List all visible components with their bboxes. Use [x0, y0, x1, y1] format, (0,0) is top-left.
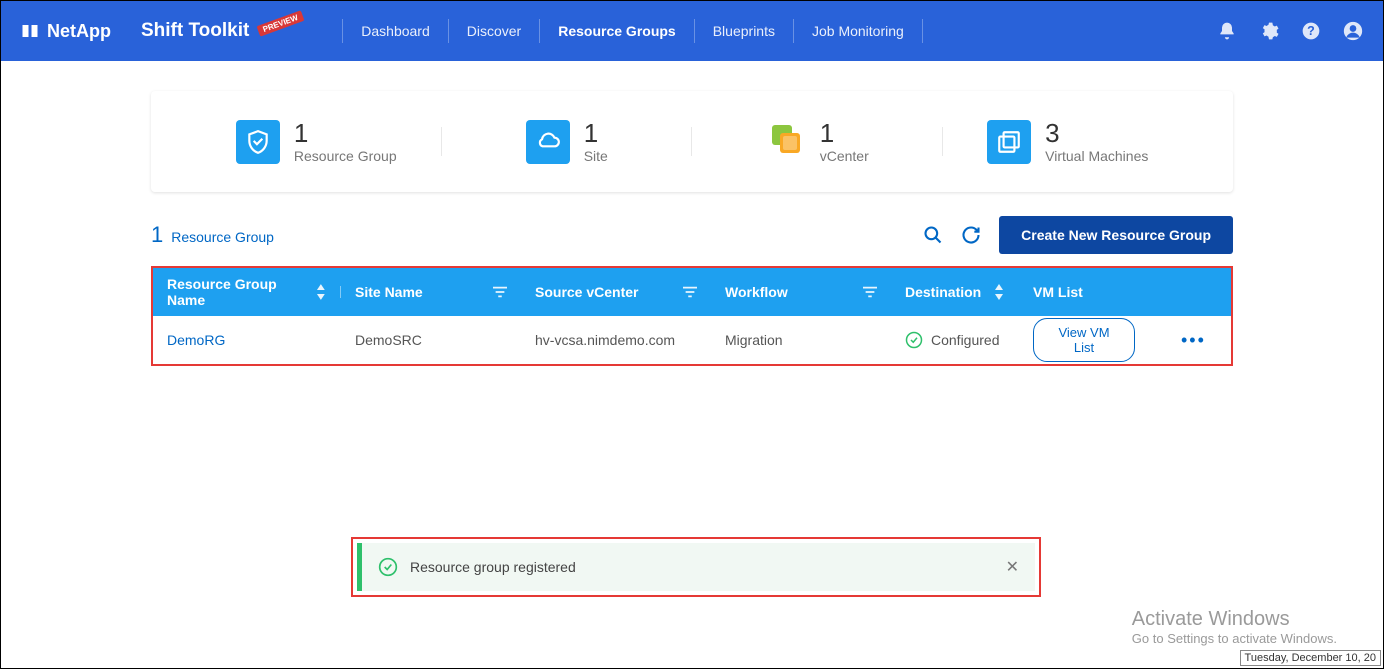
col-label: Source vCenter — [535, 284, 638, 300]
col-label: Site Name — [355, 284, 423, 300]
count-label: Resource Group — [171, 229, 274, 245]
stat-site: 1 Site — [442, 119, 693, 164]
nav-divider — [793, 19, 794, 43]
col-label: Workflow — [725, 284, 788, 300]
list-toolbar: 1 Resource Group Create New Resource Gro… — [151, 216, 1233, 254]
stat-label: Virtual Machines — [1045, 148, 1148, 164]
sort-icon — [315, 284, 327, 300]
col-label: Destination — [905, 284, 981, 300]
sort-icon — [993, 284, 1005, 300]
gear-icon[interactable] — [1259, 21, 1279, 41]
user-icon[interactable] — [1343, 21, 1363, 41]
preview-badge: PREVIEW — [257, 10, 305, 36]
watermark-sub: Go to Settings to activate Windows. — [1132, 631, 1337, 646]
col-source[interactable]: Source vCenter — [521, 284, 711, 300]
nav-divider — [448, 19, 449, 43]
nav-resource-groups[interactable]: Resource Groups — [558, 23, 675, 39]
nav-divider — [539, 19, 540, 43]
nav-divider — [694, 19, 695, 43]
filter-icon — [683, 285, 697, 299]
col-label: VM List — [1033, 284, 1083, 300]
col-site[interactable]: Site Name — [341, 284, 521, 300]
header-actions: ? — [1217, 21, 1363, 41]
stat-label: vCenter — [820, 148, 869, 164]
more-actions-button[interactable]: ••• — [1181, 330, 1206, 350]
check-circle-icon — [905, 331, 923, 349]
table-header: Resource Group Name Site Name Source vCe… — [153, 268, 1231, 316]
watermark-title: Activate Windows — [1132, 608, 1337, 631]
nav-job-monitoring[interactable]: Job Monitoring — [812, 23, 904, 39]
nav-divider — [342, 19, 343, 43]
nav-blueprints[interactable]: Blueprints — [713, 23, 775, 39]
toast-highlight-box: Resource group registered ✕ — [351, 537, 1041, 597]
stat-value: 1 — [294, 120, 397, 146]
help-icon[interactable]: ? — [1301, 21, 1321, 41]
create-resource-group-button[interactable]: Create New Resource Group — [999, 216, 1233, 254]
destination-label: Configured — [931, 332, 1000, 348]
col-label: Resource Group Name — [167, 276, 315, 308]
svg-text:?: ? — [1307, 24, 1315, 38]
stat-vms: 3 Virtual Machines — [943, 119, 1194, 164]
close-icon[interactable]: ✕ — [1006, 557, 1019, 577]
page-content: 1 Resource Group 1 Site 1 vCenter 3 Virtual … — [1, 61, 1383, 366]
toast-message: Resource group registered — [410, 559, 994, 575]
row-destination: Configured — [905, 331, 1005, 349]
col-destination[interactable]: Destination — [891, 284, 1019, 300]
search-icon[interactable] — [923, 225, 943, 245]
stat-resource-group: 1 Resource Group — [191, 119, 442, 164]
nav-discover[interactable]: Discover — [467, 23, 521, 39]
cloud-icon — [526, 120, 570, 164]
filter-icon — [493, 285, 507, 299]
stats-card: 1 Resource Group 1 Site 1 vCenter 3 Virtual … — [151, 91, 1233, 192]
vcenter-icon — [766, 119, 806, 164]
netapp-icon — [21, 22, 39, 40]
brand-logo: NetApp — [21, 21, 111, 42]
nav-dashboard[interactable]: Dashboard — [361, 23, 430, 39]
nav-divider — [922, 19, 923, 43]
row-source: hv-vcsa.nimdemo.com — [521, 332, 711, 348]
app-header: NetApp Shift Toolkit PREVIEW Dashboard D… — [1, 1, 1383, 61]
stat-label: Site — [584, 148, 608, 164]
shield-icon — [236, 120, 280, 164]
view-vm-list-button[interactable]: View VM List — [1033, 318, 1135, 362]
count-indicator: 1 Resource Group — [151, 222, 274, 248]
date-tooltip: Tuesday, December 10, 20 — [1240, 650, 1381, 666]
main-nav: Dashboard Discover Resource Groups Bluep… — [324, 19, 941, 43]
row-workflow: Migration — [711, 332, 891, 348]
col-name[interactable]: Resource Group Name — [153, 276, 341, 308]
row-name-link[interactable]: DemoRG — [167, 332, 225, 348]
stat-value: 1 — [584, 120, 608, 146]
col-vmlist: VM List — [1019, 284, 1149, 300]
count-value: 1 — [151, 222, 163, 248]
stat-vcenter: 1 vCenter — [692, 119, 943, 164]
bell-icon[interactable] — [1217, 21, 1237, 41]
check-circle-icon — [378, 557, 398, 577]
row-site: DemoSRC — [341, 332, 521, 348]
filter-icon — [863, 285, 877, 299]
vm-icon — [987, 120, 1031, 164]
product-title: Shift Toolkit — [141, 20, 249, 42]
stat-label: Resource Group — [294, 148, 397, 164]
table-highlight-box: Resource Group Name Site Name Source vCe… — [151, 266, 1233, 366]
stat-value: 1 — [820, 120, 869, 146]
col-workflow[interactable]: Workflow — [711, 284, 891, 300]
stat-value: 3 — [1045, 120, 1148, 146]
toast-notification: Resource group registered ✕ — [357, 543, 1035, 591]
windows-watermark: Activate Windows Go to Settings to activ… — [1132, 608, 1337, 646]
brand-text: NetApp — [47, 21, 111, 42]
refresh-icon[interactable] — [961, 225, 981, 245]
table-row: DemoRG DemoSRC hv-vcsa.nimdemo.com Migra… — [153, 316, 1231, 364]
